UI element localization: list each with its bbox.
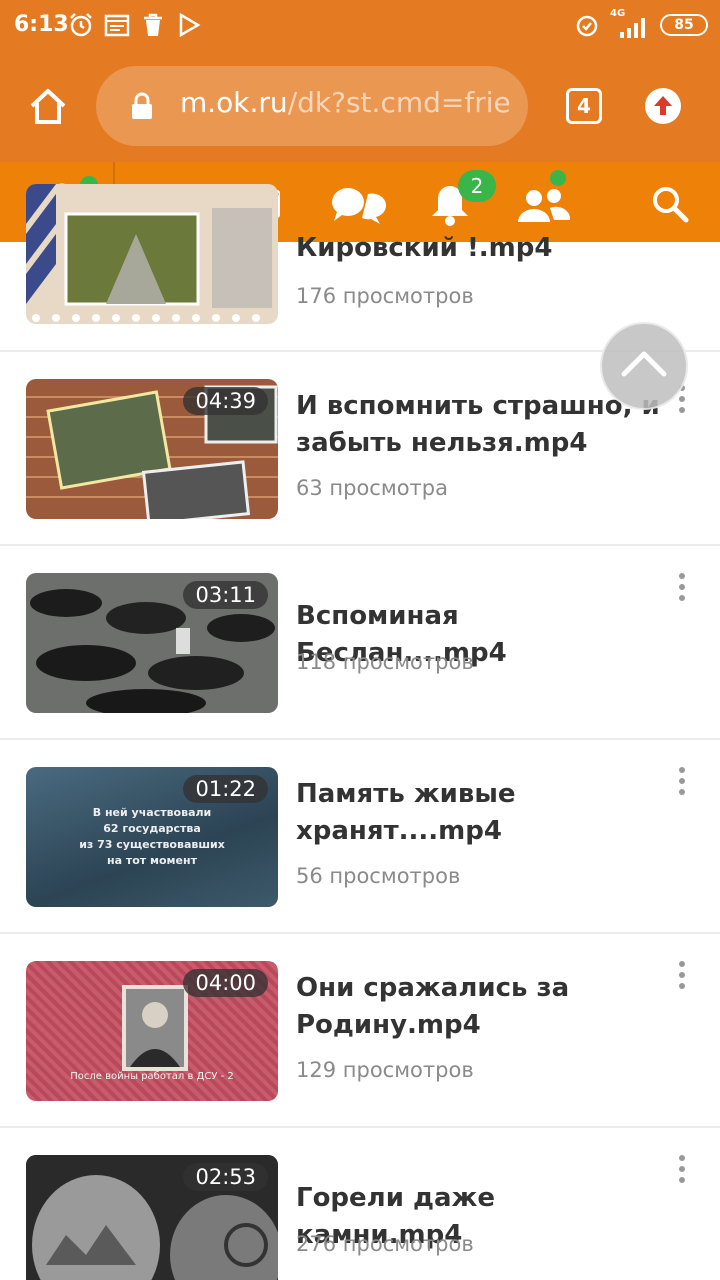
notifications-badge: 2 xyxy=(458,170,496,202)
signal-icon: 4G xyxy=(610,8,650,38)
friends-button[interactable] xyxy=(516,170,576,228)
video-views: 276 просмотров xyxy=(296,1232,474,1256)
lock-icon xyxy=(132,92,152,119)
thumbnail-caption: В ней участвовали 62 государства из 73 с… xyxy=(26,805,278,869)
video-item[interactable]: После войны работал в ДСУ - 2 04:00 Они … xyxy=(0,934,720,1128)
video-duration: 04:00 xyxy=(183,969,268,997)
play-store-icon xyxy=(179,12,201,38)
video-thumbnail[interactable]: 04:39 xyxy=(26,379,278,519)
caption-line: 62 государства xyxy=(103,822,201,835)
chat-icon xyxy=(332,188,387,224)
video-item[interactable]: 02:53 Горели даже камни.mp4 276 просмотр… xyxy=(0,1128,720,1280)
address-bar[interactable]: m.ok.ru/dk?st.cmd=frie xyxy=(96,66,528,146)
status-bar: 6:13 4G 85 xyxy=(0,0,720,50)
alarm-icon xyxy=(70,13,92,37)
chevron-up-icon xyxy=(621,351,667,377)
thumbnail-caption: После войны работал в ДСУ - 2 xyxy=(70,1071,234,1082)
url-host: m.ok.ru xyxy=(180,86,288,119)
caption-line: на тот момент xyxy=(107,854,197,867)
video-title[interactable]: Они сражались за Родину.mp4 xyxy=(296,970,666,1044)
search-icon xyxy=(653,187,689,223)
video-duration: 02:53 xyxy=(183,1163,268,1191)
caption-line: В ней участвовали xyxy=(92,806,212,819)
more-options-icon[interactable] xyxy=(678,572,686,602)
calendar-icon xyxy=(104,14,130,37)
url-path: /dk?st.cmd=frie xyxy=(287,86,511,119)
upload-button[interactable] xyxy=(645,88,681,124)
video-duration: 01:22 xyxy=(183,775,268,803)
video-title[interactable]: Кировский !.mp4 xyxy=(296,230,666,267)
more-options-icon[interactable] xyxy=(678,960,686,990)
arrow-up-icon xyxy=(654,96,672,115)
video-thumbnail[interactable] xyxy=(26,184,278,324)
video-views: 118 просмотров xyxy=(296,650,474,674)
video-item[interactable]: 03:11 Вспоминая Беслан....mp4 118 просмо… xyxy=(0,546,720,740)
video-thumbnail[interactable]: В ней участвовали 62 государства из 73 с… xyxy=(26,767,278,907)
browser-address-area: m.ok.ru/dk?st.cmd=frie 4 xyxy=(0,50,720,162)
alarm-icon xyxy=(576,15,598,37)
video-views: 176 просмотров xyxy=(296,284,474,308)
video-thumbnail[interactable]: 02:53 xyxy=(26,1155,278,1280)
video-duration: 03:11 xyxy=(183,581,268,609)
search-button[interactable] xyxy=(646,180,694,228)
video-views: 129 просмотров xyxy=(296,1058,474,1082)
tabs-button[interactable]: 4 xyxy=(566,88,602,124)
video-title[interactable]: Память живые хранят....mp4 xyxy=(296,776,666,850)
status-right: 4G 85 xyxy=(574,8,708,38)
video-views: 56 просмотров xyxy=(296,864,461,888)
video-thumbnail[interactable]: 03:11 xyxy=(26,573,278,713)
video-thumbnail[interactable]: После войны работал в ДСУ - 2 04:00 xyxy=(26,961,278,1101)
discussions-button[interactable] xyxy=(328,180,388,228)
more-options-icon[interactable] xyxy=(678,1154,686,1184)
scroll-to-top-button[interactable] xyxy=(600,322,688,410)
battery-icon: 85 xyxy=(660,14,708,36)
status-time: 6:13 xyxy=(14,12,69,37)
video-item[interactable]: В ней участвовали 62 государства из 73 с… xyxy=(0,740,720,934)
url-text: m.ok.ru/dk?st.cmd=frie xyxy=(180,86,511,119)
home-icon[interactable] xyxy=(26,84,70,128)
friends-icon xyxy=(518,189,571,222)
more-options-icon[interactable] xyxy=(678,766,686,796)
trash-icon xyxy=(144,13,162,36)
caption-line: из 73 существовавших xyxy=(79,838,225,851)
friends-dot xyxy=(550,170,566,186)
video-duration: 04:39 xyxy=(183,387,268,415)
video-views: 63 просмотра xyxy=(296,476,448,500)
portrait-photo xyxy=(122,985,188,1071)
